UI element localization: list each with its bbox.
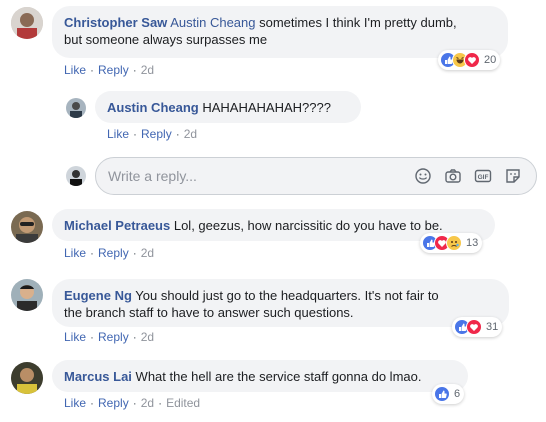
- avatar-image: [66, 98, 86, 118]
- like-link[interactable]: Like: [64, 246, 86, 260]
- comment-text-line2: the branch staff to have to answer such …: [64, 305, 354, 320]
- avatar-image: [11, 7, 43, 39]
- timestamp[interactable]: 2d: [184, 127, 197, 141]
- comment-author[interactable]: Marcus Lai: [64, 369, 132, 384]
- sticker-icon[interactable]: [504, 167, 522, 185]
- reaction-summary[interactable]: 20: [438, 50, 501, 70]
- reaction-count: 13: [466, 237, 479, 249]
- like-link[interactable]: Like: [64, 63, 86, 77]
- like-link[interactable]: Like: [107, 127, 129, 141]
- comment-text-line2: but someone always surpasses me: [64, 32, 268, 47]
- reaction-count: 6: [454, 388, 461, 400]
- comment-mention[interactable]: Austin Cheang: [170, 15, 255, 30]
- comment-author[interactable]: Christopher Saw: [64, 15, 167, 30]
- avatar-marcus-lai[interactable]: [11, 362, 43, 394]
- separator: ·: [133, 127, 138, 141]
- reply-link[interactable]: Reply: [98, 63, 129, 77]
- timestamp[interactable]: 2d: [141, 246, 154, 260]
- comment-text: Lol, geezus, how narcissitic do you have…: [173, 218, 443, 233]
- avatar-austin-cheang[interactable]: [66, 98, 86, 118]
- comment-author[interactable]: Austin Cheang: [107, 100, 199, 115]
- svg-text:GIF: GIF: [478, 174, 489, 181]
- timestamp[interactable]: 2d: [141, 396, 154, 410]
- love-icon: [466, 319, 482, 335]
- reaction-summary[interactable]: 31: [452, 317, 503, 337]
- comment-bubble: Christopher Saw Austin Cheang sometimes …: [52, 6, 508, 58]
- separator: ·: [90, 330, 95, 344]
- comment-bubble: Marcus Lai What the hell are the service…: [52, 360, 468, 392]
- separator: ·: [158, 396, 163, 410]
- reply-placeholder: Write a reply...: [108, 168, 197, 184]
- separator: ·: [132, 396, 137, 410]
- like-link[interactable]: Like: [64, 396, 86, 410]
- reply-bubble: Austin Cheang HAHAHAHAHAH????: [95, 91, 361, 123]
- separator: ·: [132, 330, 137, 344]
- reaction-count: 20: [484, 54, 497, 66]
- reply-link[interactable]: Reply: [98, 396, 129, 410]
- separator: ·: [132, 246, 137, 260]
- avatar-michael-petraeus[interactable]: [11, 211, 43, 243]
- comment-author[interactable]: Michael Petraeus: [64, 218, 170, 233]
- sad-icon: [446, 235, 462, 251]
- reply-link[interactable]: Reply: [98, 246, 129, 260]
- avatar-eugene-ng[interactable]: [11, 279, 43, 311]
- comment-actions: Like · Reply · 2d · Edited: [64, 396, 200, 410]
- camera-icon[interactable]: [444, 167, 462, 185]
- edited-label[interactable]: Edited: [166, 396, 200, 410]
- comment-bubble: Eugene Ng You should just go to the head…: [52, 279, 509, 327]
- reaction-summary[interactable]: 13: [420, 233, 483, 253]
- comment-text: HAHAHAHAHAH????: [202, 100, 331, 115]
- comment-author[interactable]: Eugene Ng: [64, 288, 132, 303]
- timestamp[interactable]: 2d: [141, 63, 154, 77]
- separator: ·: [90, 246, 95, 260]
- comment-actions: Like · Reply · 2d: [64, 330, 154, 344]
- emoji-icon[interactable]: [414, 167, 432, 185]
- reply-link[interactable]: Reply: [141, 127, 172, 141]
- reply-link[interactable]: Reply: [98, 330, 129, 344]
- reaction-summary[interactable]: 6: [432, 384, 465, 404]
- avatar-image: [11, 279, 43, 311]
- separator: ·: [132, 63, 137, 77]
- separator: ·: [90, 63, 95, 77]
- comment-actions: Like · Reply · 2d: [64, 246, 154, 260]
- comment-text: You should just go to the headquarters. …: [135, 288, 439, 303]
- avatar-current-user: [66, 166, 86, 186]
- love-icon: [464, 52, 480, 68]
- avatar-image: [11, 211, 43, 243]
- timestamp[interactable]: 2d: [141, 330, 154, 344]
- gif-icon[interactable]: GIF: [474, 167, 492, 185]
- avatar-christopher-saw[interactable]: [11, 7, 43, 39]
- like-link[interactable]: Like: [64, 330, 86, 344]
- separator: ·: [90, 396, 95, 410]
- comment-actions: Like · Reply · 2d: [107, 127, 197, 141]
- reply-input[interactable]: Write a reply... GIF: [95, 157, 537, 195]
- avatar-image: [11, 362, 43, 394]
- comment-actions: Like · Reply · 2d: [64, 63, 154, 77]
- reaction-count: 31: [486, 321, 499, 333]
- comment-text: What the hell are the service staff gonn…: [135, 369, 422, 384]
- comment-text: sometimes I think I'm pretty dumb,: [255, 15, 457, 30]
- like-icon: [434, 386, 450, 402]
- separator: ·: [175, 127, 180, 141]
- avatar-image: [66, 166, 86, 186]
